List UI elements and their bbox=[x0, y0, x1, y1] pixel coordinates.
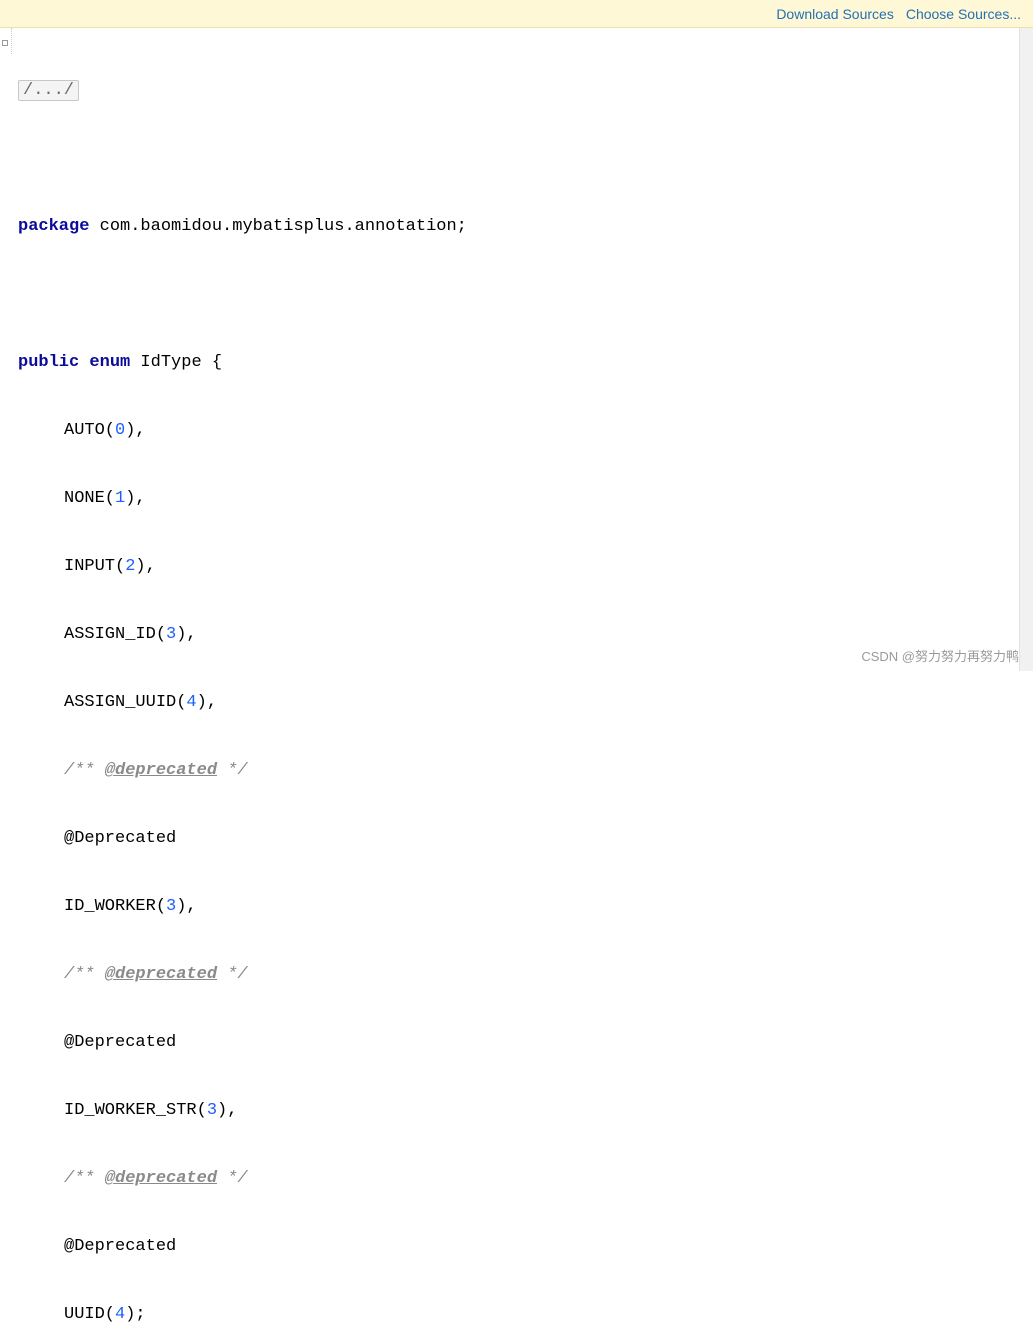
deprecated-tag-2: @deprecated bbox=[105, 965, 217, 984]
keyword-enum: enum bbox=[89, 353, 130, 372]
choose-sources-link[interactable]: Choose Sources... bbox=[906, 6, 1021, 22]
enum-assign-id: ASSIGN_ID( bbox=[64, 625, 166, 644]
literal-3b: 3 bbox=[166, 897, 176, 916]
literal-1: 1 bbox=[115, 489, 125, 508]
enum-input: INPUT( bbox=[64, 557, 125, 576]
literal-0: 0 bbox=[115, 421, 125, 440]
javadoc-close-2: */ bbox=[217, 965, 248, 984]
javadoc-open-1: /** bbox=[64, 761, 105, 780]
javadoc-open-3: /** bbox=[64, 1169, 105, 1188]
enum-auto: AUTO( bbox=[64, 421, 115, 440]
deprecated-tag-3: @deprecated bbox=[105, 1169, 217, 1188]
literal-4a: 4 bbox=[186, 693, 196, 712]
code-editor[interactable]: /.../ package com.baomidou.mybatisplus.a… bbox=[0, 28, 1033, 1342]
annotation-deprecated-1: @Deprecated bbox=[64, 829, 176, 848]
fold-toggle-icon[interactable] bbox=[2, 40, 8, 46]
watermark-text: CSDN @努力努力再努力鸭 bbox=[861, 646, 1019, 665]
literal-3a: 3 bbox=[166, 625, 176, 644]
enum-none: NONE( bbox=[64, 489, 115, 508]
package-name: com.baomidou.mybatisplus.annotation; bbox=[89, 217, 466, 236]
enum-uuid: UUID( bbox=[64, 1305, 115, 1324]
annotation-deprecated-3: @Deprecated bbox=[64, 1237, 176, 1256]
enum-id-worker: ID_WORKER( bbox=[64, 897, 166, 916]
vertical-scrollbar[interactable] bbox=[1019, 28, 1033, 671]
annotation-deprecated-2: @Deprecated bbox=[64, 1033, 176, 1052]
literal-2: 2 bbox=[125, 557, 135, 576]
literal-3c: 3 bbox=[207, 1101, 217, 1120]
javadoc-close-3: */ bbox=[217, 1169, 248, 1188]
literal-4b: 4 bbox=[115, 1305, 125, 1324]
javadoc-open-2: /** bbox=[64, 965, 105, 984]
notification-banner: Download Sources Choose Sources... bbox=[0, 0, 1033, 28]
download-sources-link[interactable]: Download Sources bbox=[776, 6, 894, 22]
deprecated-tag-1: @deprecated bbox=[105, 761, 217, 780]
class-name: IdType { bbox=[130, 353, 222, 372]
enum-assign-uuid: ASSIGN_UUID( bbox=[64, 693, 186, 712]
keyword-public: public bbox=[18, 353, 79, 372]
keyword-package: package bbox=[18, 217, 89, 236]
javadoc-close-1: */ bbox=[217, 761, 248, 780]
folded-region[interactable]: /.../ bbox=[18, 80, 79, 101]
enum-id-worker-str: ID_WORKER_STR( bbox=[64, 1101, 207, 1120]
